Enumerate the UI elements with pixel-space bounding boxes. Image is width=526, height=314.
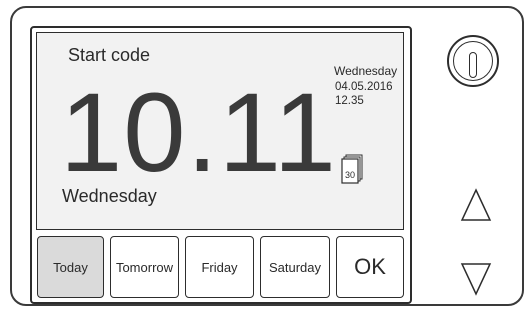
saturday-button[interactable]: Saturday — [260, 236, 330, 298]
ok-button[interactable]: OK — [336, 236, 404, 298]
today-button[interactable]: Today — [37, 236, 104, 298]
current-date: 04.05.2016 — [335, 81, 393, 93]
triangle-up-icon — [460, 188, 492, 221]
start-day-label: Wednesday — [62, 186, 157, 206]
up-arrow-button[interactable] — [460, 188, 492, 222]
current-day: Wednesday — [334, 64, 398, 78]
today-button-label: Today — [53, 259, 88, 275]
calendar-icon-number: 30 — [345, 170, 355, 180]
tomorrow-button[interactable]: Tomorrow — [110, 236, 179, 298]
start-code-label: Start code — [68, 45, 151, 65]
power-button[interactable] — [447, 35, 499, 87]
current-time: 12.35 — [335, 95, 364, 107]
friday-button-label: Friday — [201, 259, 238, 275]
start-time-display: 10.11 — [60, 70, 337, 195]
triangle-down-icon — [460, 263, 492, 296]
power-bar — [469, 52, 477, 78]
power-icon — [453, 41, 493, 81]
ok-button-label: OK — [354, 254, 386, 279]
calendar-icon: 30 — [341, 154, 363, 184]
tomorrow-button-label: Tomorrow — [115, 259, 174, 275]
friday-button[interactable]: Friday — [185, 236, 254, 298]
saturday-button-label: Saturday — [268, 259, 322, 275]
down-arrow-button[interactable] — [460, 262, 492, 296]
